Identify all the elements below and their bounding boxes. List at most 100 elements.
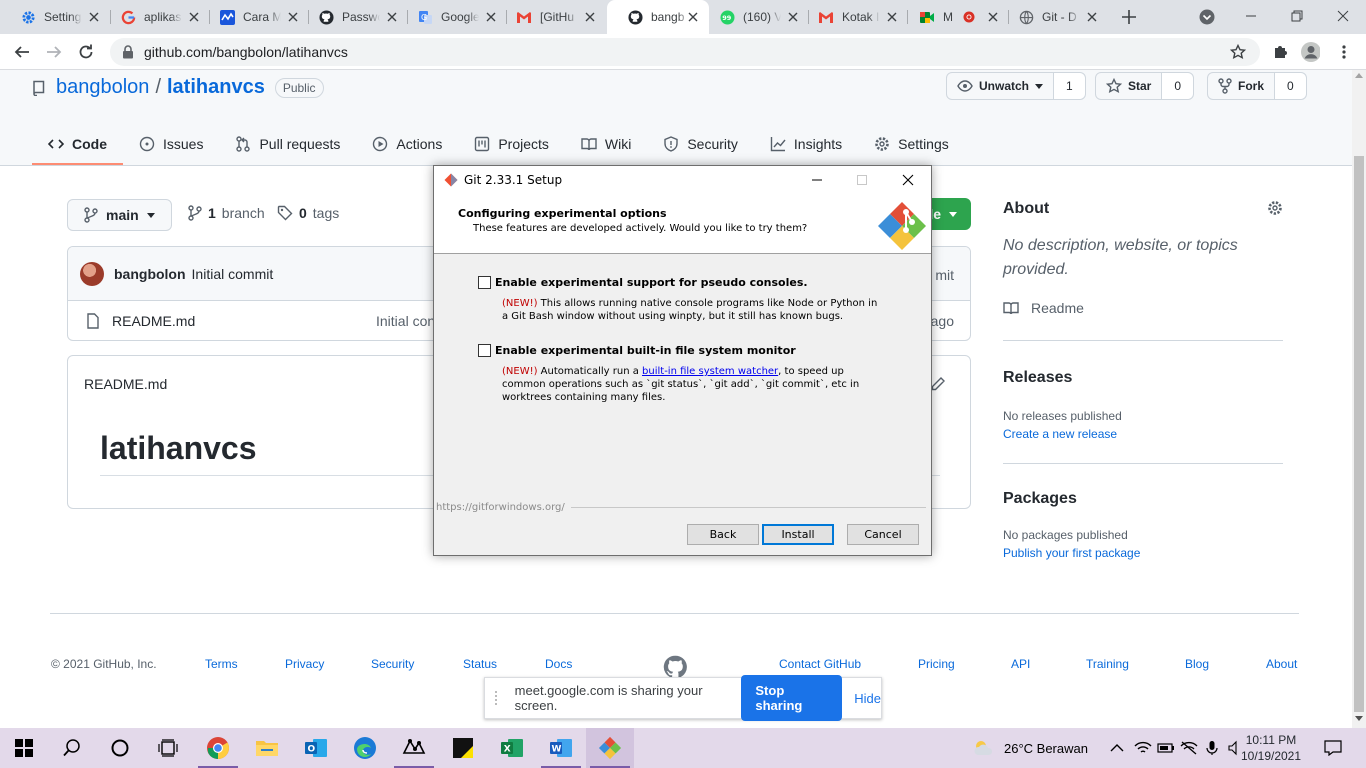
restore-window-icon[interactable] [1287, 6, 1307, 26]
chrome-icon[interactable] [194, 728, 242, 768]
browser-tab[interactable]: Settings [0, 0, 110, 34]
browser-tab[interactable]: G Google [397, 0, 507, 34]
star-count[interactable]: 0 [1162, 73, 1194, 99]
file-commit-message[interactable]: Initial con [376, 313, 435, 329]
profile-avatar-icon[interactable] [1300, 42, 1320, 62]
commit-message[interactable]: Initial commit [192, 266, 274, 282]
github-logo-icon[interactable] [663, 655, 687, 679]
tab-actions[interactable]: Actions [356, 123, 458, 165]
close-tab-icon[interactable] [886, 11, 898, 23]
cancel-button[interactable]: Cancel [847, 524, 919, 545]
unwatch-button[interactable]: Unwatch [947, 73, 1055, 99]
edge-icon[interactable] [341, 728, 389, 768]
browser-tab[interactable]: M [899, 0, 1009, 34]
excel-icon[interactable]: X [488, 728, 536, 768]
fs-monitor-checkbox[interactable] [478, 344, 491, 357]
close-tab-icon[interactable] [1086, 11, 1098, 23]
search-icon[interactable] [48, 728, 96, 768]
tags-link[interactable]: 0 tags [277, 205, 339, 221]
repo-owner-link[interactable]: bangbolon [56, 76, 149, 99]
footer-link-about[interactable]: About [1266, 657, 1297, 671]
sticky-notes-icon[interactable] [439, 728, 487, 768]
reload-icon[interactable] [76, 42, 96, 62]
scroll-down-arrow-icon[interactable] [1355, 716, 1363, 722]
fs-monitor-checkbox-row[interactable]: Enable experimental built-in file system… [478, 344, 882, 357]
browser-tab[interactable]: Kotak I [798, 0, 908, 34]
browser-tab[interactable]: Passwo [298, 0, 408, 34]
scroll-up-arrow-icon[interactable] [1355, 72, 1363, 78]
lock-icon[interactable] [122, 45, 136, 59]
footer-link-privacy[interactable]: Privacy [285, 657, 324, 671]
browser-tab[interactable]: Git - D [998, 0, 1108, 34]
weather-widget[interactable]: 26°C Berawan [972, 728, 1088, 768]
releases-heading[interactable]: Releases [1003, 369, 1283, 387]
tab-security[interactable]: Security [647, 123, 754, 165]
close-tab-icon[interactable] [584, 11, 596, 23]
branch-select-button[interactable]: main [67, 199, 172, 231]
network-app-icon[interactable] [390, 728, 438, 768]
browser-tab-active[interactable]: bangb [607, 0, 709, 34]
tab-code[interactable]: Code [32, 123, 123, 165]
bookmark-star-icon[interactable] [1230, 44, 1246, 60]
footer-link-security[interactable]: Security [371, 657, 414, 671]
hide-banner-button[interactable]: Hide [854, 691, 881, 706]
tab-search-icon[interactable] [1199, 9, 1215, 25]
footer-link-terms[interactable]: Terms [205, 657, 238, 671]
fs-watcher-link[interactable]: built-in file system watcher [642, 366, 778, 377]
create-release-link[interactable]: Create a new release [1003, 427, 1283, 441]
drag-handle[interactable] [495, 691, 501, 705]
footer-link-blog[interactable]: Blog [1185, 657, 1209, 671]
repo-name-link[interactable]: latihanvcs [167, 76, 265, 99]
system-clock[interactable]: 10:11 PM 10/19/2021 [1240, 732, 1302, 764]
pencil-edit-icon[interactable] [930, 376, 946, 392]
stop-sharing-button[interactable]: Stop sharing [741, 675, 843, 721]
volume-icon[interactable] [1228, 728, 1240, 768]
fork-button[interactable]: Fork [1208, 73, 1276, 99]
readme-link[interactable]: Readme [1003, 300, 1283, 316]
pseudo-consoles-checkbox-row[interactable]: Enable experimental support for pseudo c… [478, 276, 882, 289]
cortana-circle-icon[interactable] [96, 728, 144, 768]
pseudo-consoles-checkbox[interactable] [478, 276, 491, 289]
word-icon[interactable]: W [537, 728, 585, 768]
tab-settings[interactable]: Settings [858, 123, 965, 165]
footer-link-status[interactable]: Status [463, 657, 497, 671]
footer-link-docs[interactable]: Docs [545, 657, 572, 671]
new-tab-plus-icon[interactable] [1119, 7, 1139, 27]
browser-menu-icon[interactable] [1334, 42, 1354, 62]
branches-link[interactable]: 1 branch [188, 205, 265, 221]
network-offline-icon[interactable] [1180, 728, 1198, 768]
packages-heading[interactable]: Packages [1003, 490, 1283, 508]
file-explorer-icon[interactable] [243, 728, 291, 768]
outlook-icon[interactable]: O [292, 728, 340, 768]
scrollbar-thumb[interactable] [1354, 156, 1364, 712]
browser-tab[interactable]: aplikasi [100, 0, 210, 34]
tab-issues[interactable]: Issues [123, 123, 219, 165]
address-bar[interactable]: github.com/bangbolon/latihanvcs [110, 38, 1260, 66]
commit-author[interactable]: bangbolon [114, 266, 186, 282]
file-name-link[interactable]: README.md [112, 313, 195, 329]
back-arrow-icon[interactable] [12, 42, 32, 62]
tab-projects[interactable]: Projects [458, 123, 565, 165]
tray-chevron-up-icon[interactable] [1110, 728, 1124, 768]
tab-wiki[interactable]: Wiki [565, 123, 647, 165]
fork-count[interactable]: 0 [1275, 73, 1306, 99]
back-button[interactable]: Back [687, 524, 759, 545]
tab-insights[interactable]: Insights [754, 123, 858, 165]
avatar[interactable] [80, 261, 104, 286]
star-button[interactable]: Star [1096, 73, 1163, 99]
footer-link-api[interactable]: API [1011, 657, 1030, 671]
install-button[interactable]: Install [762, 524, 834, 545]
watch-count[interactable]: 1 [1054, 73, 1085, 99]
wifi-icon[interactable] [1134, 728, 1152, 768]
task-view-icon[interactable] [144, 728, 192, 768]
footer-link-training[interactable]: Training [1086, 657, 1129, 671]
gear-icon[interactable] [1267, 200, 1283, 216]
close-window-icon[interactable] [1333, 6, 1353, 26]
publish-package-link[interactable]: Publish your first package [1003, 546, 1283, 560]
minimize-window-icon[interactable] [1241, 6, 1261, 26]
microphone-icon[interactable] [1206, 728, 1218, 768]
dialog-title-bar[interactable]: Git 2.33.1 Setup [434, 166, 931, 194]
footer-link-contact[interactable]: Contact GitHub [779, 657, 861, 671]
battery-icon[interactable] [1157, 728, 1175, 768]
notifications-icon[interactable] [1324, 728, 1342, 768]
